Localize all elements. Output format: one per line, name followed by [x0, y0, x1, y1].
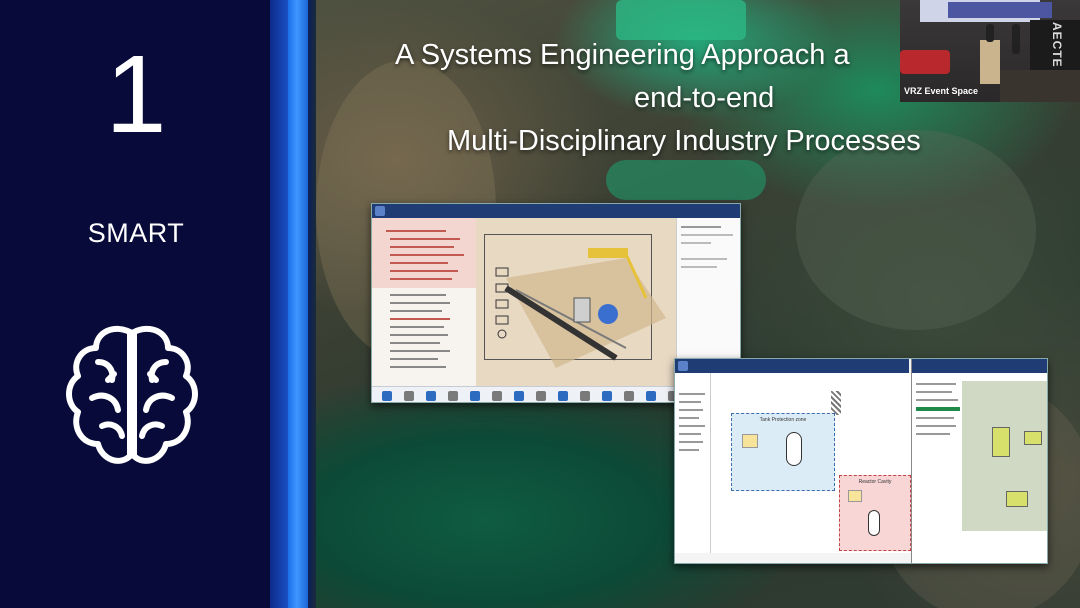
tool-icon[interactable] — [470, 391, 480, 401]
block[interactable] — [1006, 491, 1028, 507]
tool-icon[interactable] — [404, 391, 414, 401]
equipment-box[interactable] — [848, 490, 862, 502]
block[interactable] — [992, 427, 1010, 457]
projector-screen — [920, 0, 1052, 22]
tree-item[interactable] — [390, 366, 446, 368]
structure-tree[interactable] — [372, 218, 476, 386]
app-logo-icon — [678, 361, 688, 371]
tree-item[interactable] — [390, 326, 444, 328]
zone-label: Reactor Cavity — [858, 479, 892, 485]
reservoir-patch — [606, 160, 766, 200]
logical-view-panel[interactable] — [911, 359, 1047, 563]
accent-bar-bright — [288, 0, 308, 608]
stage-wall-text: AECTE — [1050, 22, 1064, 68]
tool-icon[interactable] — [536, 391, 546, 401]
speaker-video-inset: AECTE VRZ Event Space — [900, 0, 1080, 102]
accent-bar-dark — [270, 0, 288, 608]
diagram-tree[interactable] — [675, 373, 711, 553]
audience — [1000, 70, 1080, 102]
section-label: SMART — [87, 218, 185, 248]
tree-item[interactable] — [390, 334, 448, 336]
tool-icon[interactable] — [624, 391, 634, 401]
tree-item[interactable] — [390, 270, 458, 272]
tool-icon[interactable] — [426, 391, 436, 401]
tree-item[interactable] — [390, 262, 448, 264]
title-line-2: end-to-end — [634, 82, 775, 114]
tool-icon[interactable] — [514, 391, 524, 401]
title-line-1: A Systems Engineering Approach a — [395, 39, 850, 71]
speaker-figure — [1012, 24, 1020, 54]
tool-icon[interactable] — [602, 391, 612, 401]
block-diagram-canvas[interactable] — [962, 381, 1047, 531]
process-diagram-window[interactable]: Tank Protection zone Reactor Cavity — [674, 358, 1048, 564]
tree-item[interactable] — [390, 246, 454, 248]
tree-item[interactable] — [386, 230, 446, 232]
brain-icon — [66, 325, 198, 464]
tree-item[interactable] — [390, 342, 440, 344]
tree-item[interactable] — [390, 294, 446, 296]
tool-icon[interactable] — [492, 391, 502, 401]
tree-item[interactable] — [390, 238, 460, 240]
tool-icon[interactable] — [580, 391, 590, 401]
process-diagram-canvas[interactable]: Tank Protection zone Reactor Cavity — [711, 373, 911, 553]
plant-model-drawing — [495, 248, 666, 368]
section-number: 1 — [105, 33, 167, 156]
title-line-3: Multi-Disciplinary Industry Processes — [447, 125, 921, 157]
zone-label: Tank Protection zone — [759, 417, 807, 423]
video-location-label: VRZ Event Space — [904, 86, 979, 96]
selected-tree-item[interactable] — [916, 407, 960, 411]
tool-icon[interactable] — [558, 391, 568, 401]
tree-item[interactable] — [390, 278, 452, 280]
stack-symbol — [831, 391, 841, 415]
vessel-symbol[interactable] — [786, 432, 802, 466]
vessel-symbol[interactable] — [868, 510, 880, 536]
tree-item[interactable] — [390, 310, 442, 312]
tree-item[interactable] — [390, 318, 450, 320]
accent-bar-edge — [308, 0, 316, 608]
tool-icon[interactable] — [646, 391, 656, 401]
red-chairs — [900, 50, 950, 74]
tree-item[interactable] — [390, 350, 450, 352]
app-logo-icon — [375, 206, 385, 216]
tool-icon[interactable] — [382, 391, 392, 401]
tool-icon[interactable] — [448, 391, 458, 401]
3d-plant-canvas[interactable] — [476, 218, 676, 386]
reactor-cavity-zone[interactable]: Reactor Cavity — [839, 475, 911, 551]
tree-item[interactable] — [390, 254, 464, 256]
speaker-figure — [986, 24, 994, 42]
podium — [980, 40, 1000, 84]
panel-titlebar — [912, 359, 1047, 373]
window-titlebar — [372, 204, 740, 218]
window-titlebar — [675, 359, 909, 373]
block[interactable] — [1024, 431, 1042, 445]
side-panel: 1 SMART — [0, 0, 288, 608]
tank-protection-zone[interactable]: Tank Protection zone — [731, 413, 835, 491]
equipment-box[interactable] — [742, 434, 758, 448]
tree-item[interactable] — [390, 358, 438, 360]
tree-item[interactable] — [390, 302, 450, 304]
